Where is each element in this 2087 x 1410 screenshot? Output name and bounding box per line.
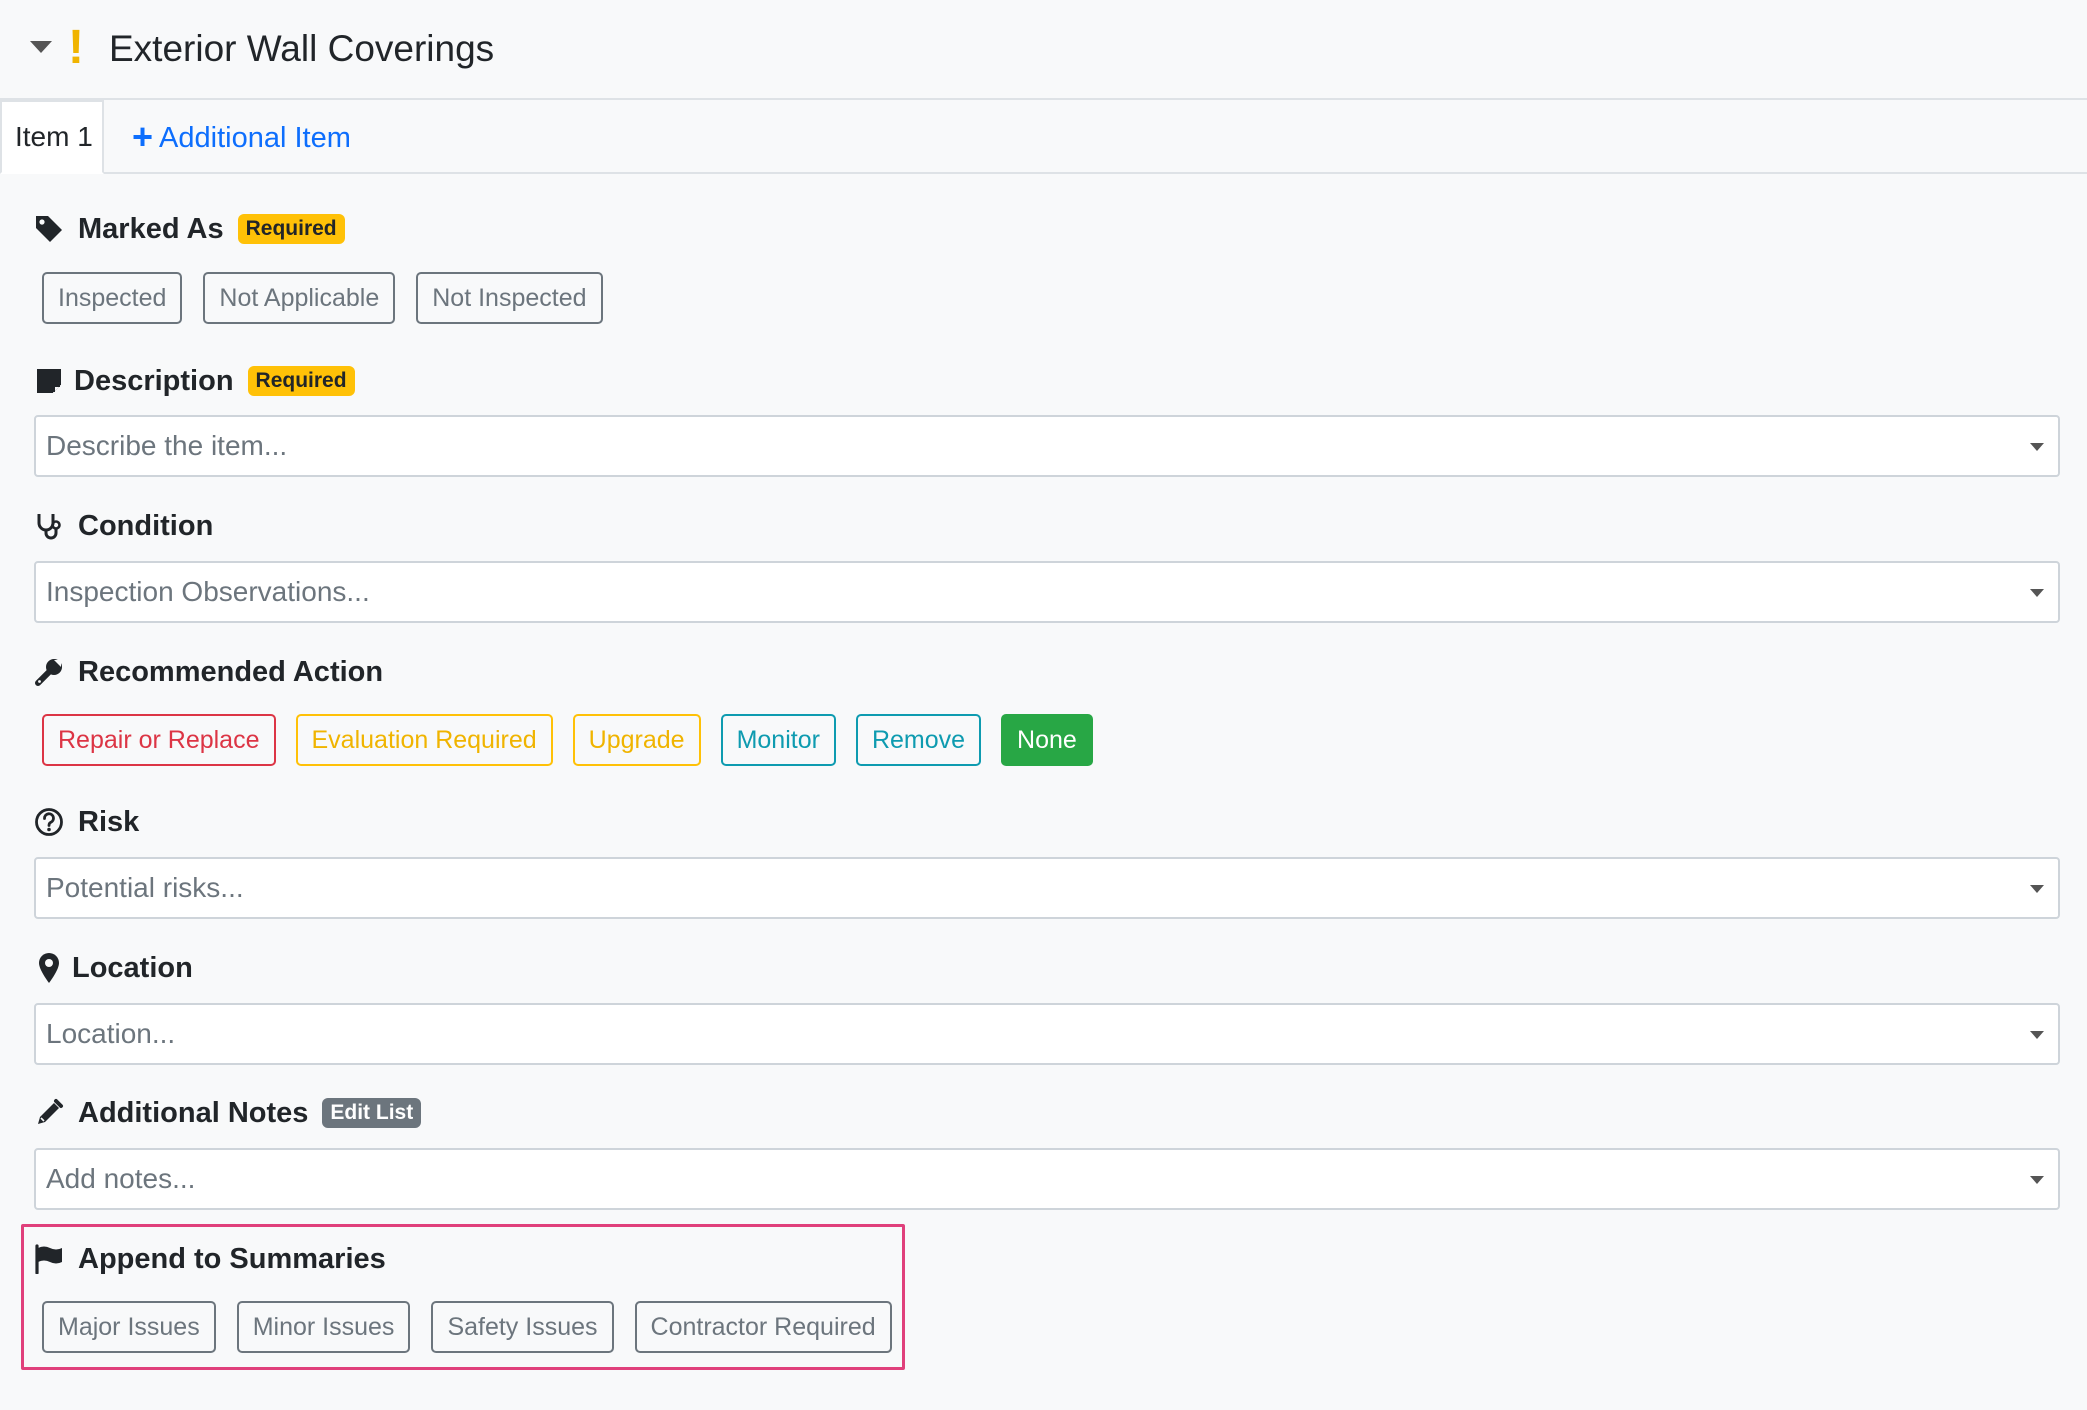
marked-as-label: Marked As <box>78 212 224 245</box>
marked-as-options: Inspected Not Applicable Not Inspected <box>42 272 625 324</box>
location-heading: Location <box>32 948 193 988</box>
plus-icon: + <box>132 116 154 157</box>
alert-icon: ! <box>68 21 84 74</box>
stethoscope-icon <box>32 509 66 543</box>
description-label: Description <box>74 364 234 397</box>
location-placeholder: Location... <box>46 1018 176 1049</box>
location-select[interactable]: Location... <box>34 1003 2060 1065</box>
contractor-required-button[interactable]: Contractor Required <box>634 1301 892 1353</box>
dropdown-arrow-icon <box>2030 1176 2044 1184</box>
map-pin-icon <box>32 951 66 985</box>
condition-select[interactable]: Inspection Observations... <box>34 561 2060 623</box>
inspected-button[interactable]: Inspected <box>42 272 183 324</box>
edit-list-badge[interactable]: Edit List <box>322 1098 422 1128</box>
condition-label: Condition <box>78 509 214 542</box>
condition-heading: Condition <box>32 506 213 546</box>
wrench-icon <box>32 655 66 689</box>
condition-placeholder: Inspection Observations... <box>46 576 370 607</box>
summaries-options: Major Issues Minor Issues Safety Issues … <box>42 1301 914 1353</box>
description-select[interactable]: Describe the item... <box>34 415 2060 477</box>
monitor-button[interactable]: Monitor <box>720 714 836 766</box>
dropdown-arrow-icon <box>2030 1031 2044 1039</box>
required-badge: Required <box>237 214 345 244</box>
risk-heading: Risk <box>32 802 139 842</box>
recommended-action-options: Repair or Replace Evaluation Required Up… <box>42 714 1115 766</box>
risk-select[interactable]: Potential risks... <box>34 857 2060 919</box>
pencil-icon <box>32 1096 66 1130</box>
description-heading: Description Required <box>32 361 355 401</box>
flag-icon <box>32 1242 66 1276</box>
repair-or-replace-button[interactable]: Repair or Replace <box>42 714 276 766</box>
dropdown-arrow-icon <box>2030 885 2044 893</box>
description-placeholder: Describe the item... <box>46 430 288 461</box>
add-item-label: Additional Item <box>159 122 351 154</box>
not-applicable-button[interactable]: Not Applicable <box>203 272 396 324</box>
evaluation-required-button[interactable]: Evaluation Required <box>295 714 553 766</box>
risk-label: Risk <box>78 805 140 838</box>
question-circle-icon <box>32 805 66 839</box>
dropdown-arrow-icon <box>2030 443 2044 451</box>
none-button[interactable]: None <box>1001 714 1093 766</box>
required-badge: Required <box>247 366 355 396</box>
additional-notes-placeholder: Add notes... <box>46 1163 196 1194</box>
recommended-action-heading: Recommended Action <box>32 652 383 692</box>
additional-notes-heading: Additional Notes Edit List <box>32 1093 422 1133</box>
remove-button[interactable]: Remove <box>855 714 982 766</box>
additional-notes-label: Additional Notes <box>78 1096 309 1129</box>
location-label: Location <box>72 951 193 984</box>
section-title: Exterior Wall Coverings <box>109 28 495 69</box>
add-item-tab[interactable]: + Additional Item <box>132 100 351 174</box>
item-tabs: Item 1 + Additional Item <box>0 100 2087 174</box>
risk-placeholder: Potential risks... <box>46 872 244 903</box>
marked-as-heading: Marked As Required <box>32 209 345 249</box>
recommended-action-label: Recommended Action <box>78 655 384 688</box>
minor-issues-button[interactable]: Minor Issues <box>236 1301 411 1353</box>
not-inspected-button[interactable]: Not Inspected <box>416 272 603 324</box>
safety-issues-button[interactable]: Safety Issues <box>431 1301 614 1353</box>
sticky-note-icon <box>32 364 66 398</box>
major-issues-button[interactable]: Major Issues <box>42 1301 216 1353</box>
section-header: ! Exterior Wall Coverings <box>0 0 2087 100</box>
summaries-heading: Append to Summaries <box>32 1239 386 1279</box>
collapse-caret-icon[interactable] <box>30 41 52 53</box>
upgrade-button[interactable]: Upgrade <box>572 714 701 766</box>
summaries-label: Append to Summaries <box>78 1242 386 1275</box>
tag-icon <box>32 212 66 246</box>
tab-item-1[interactable]: Item 1 <box>0 100 104 174</box>
additional-notes-select[interactable]: Add notes... <box>34 1148 2060 1210</box>
dropdown-arrow-icon <box>2030 589 2044 597</box>
